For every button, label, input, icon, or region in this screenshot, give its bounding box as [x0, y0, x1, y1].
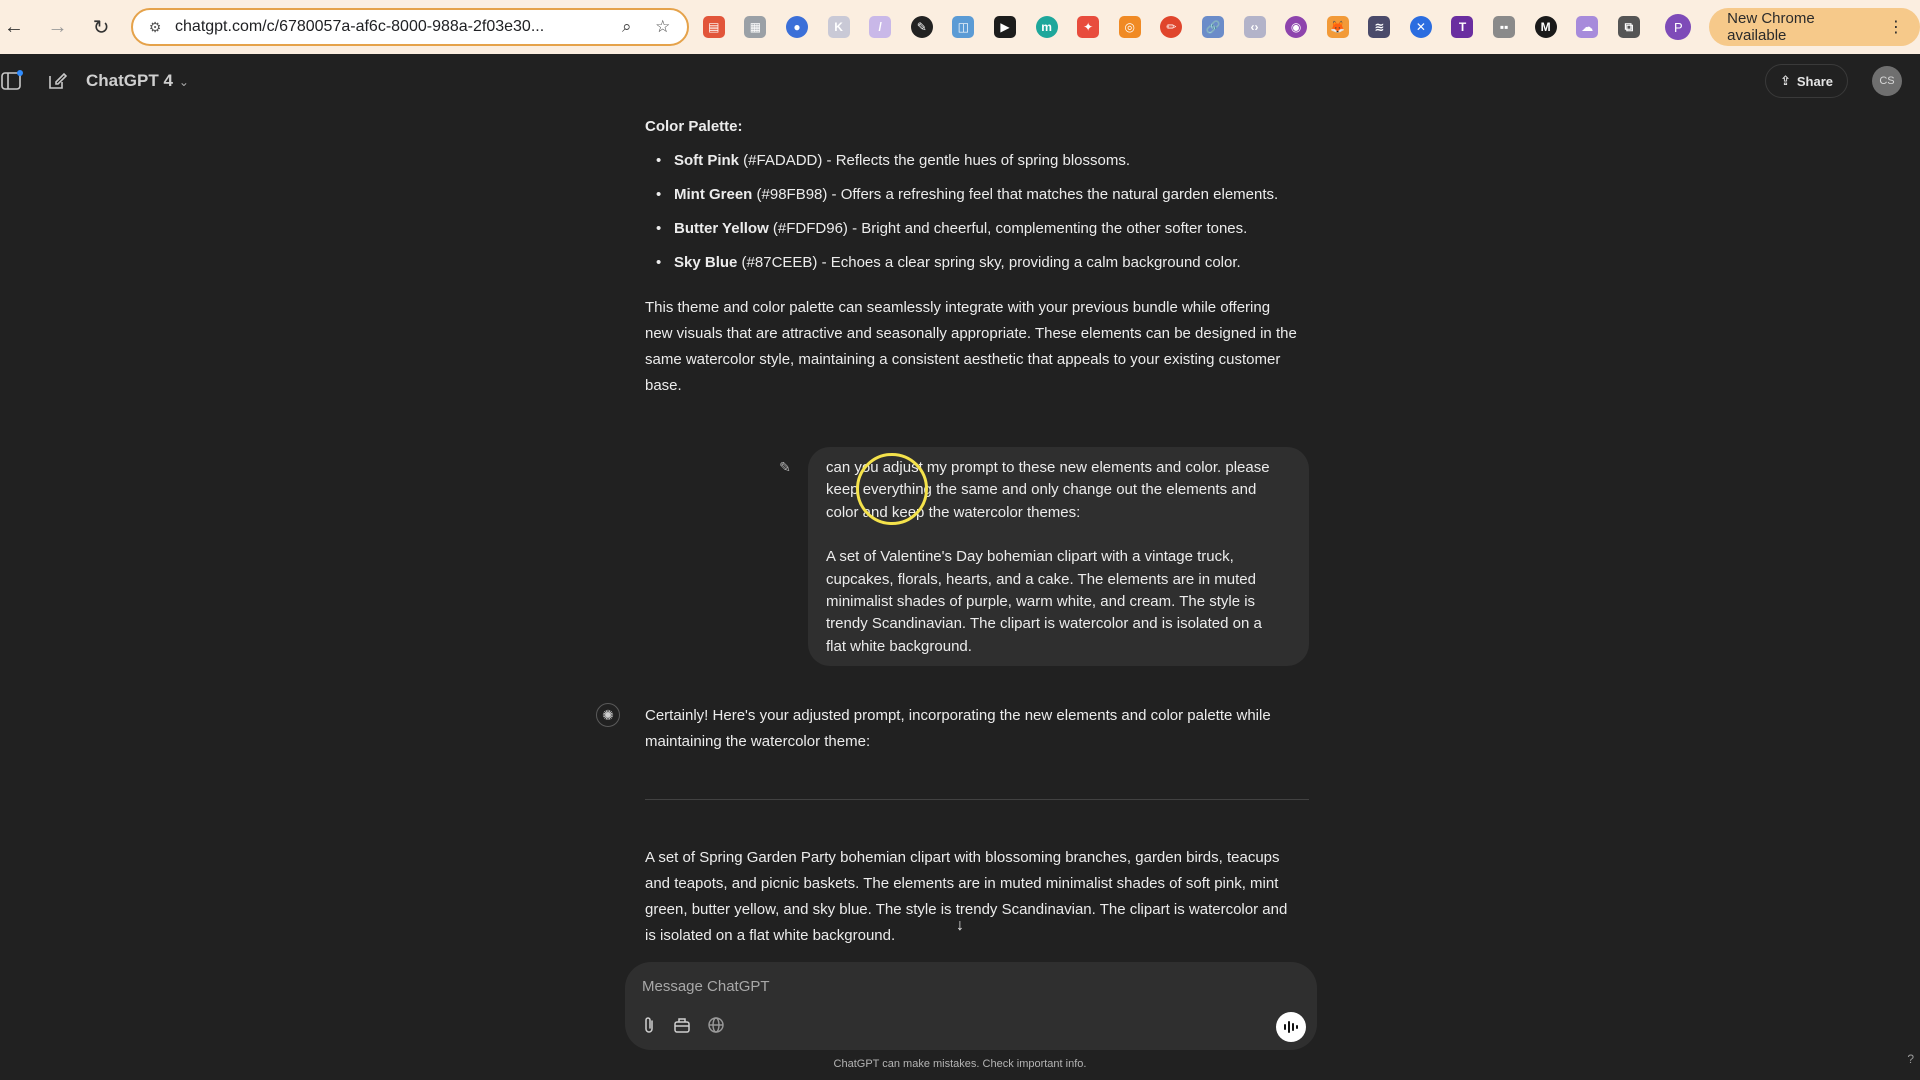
update-chrome-button[interactable]: New Chrome available ⋮ — [1709, 8, 1920, 46]
browser-toolbar: ← → ↻ ⚙ chatgpt.com/c/6780057a-af6c-8000… — [0, 0, 1920, 54]
back-arrow-icon[interactable]: ← — [0, 13, 28, 41]
extension-eyedropper-icon[interactable]: ✎ — [910, 16, 933, 38]
chevron-down-icon: ⌄ — [178, 75, 189, 89]
extension-grid-icon[interactable]: ▪▪ — [1493, 16, 1516, 38]
tools-briefcase-icon[interactable] — [671, 1014, 693, 1036]
edit-message-icon[interactable]: ✎ — [776, 458, 794, 476]
message-composer — [625, 962, 1317, 1050]
palette-color-name: Mint Green — [674, 186, 753, 203]
extension-blue-circle-icon[interactable]: ● — [785, 16, 808, 38]
address-bar[interactable]: ⚙ chatgpt.com/c/6780057a-af6c-8000-988a-… — [131, 8, 689, 46]
extension-blue-x-icon[interactable]: ✕ — [1409, 16, 1432, 38]
reload-icon[interactable]: ↻ — [87, 13, 115, 41]
cursor-highlight — [856, 453, 928, 525]
extension-link-icon[interactable]: 🔗 — [1201, 16, 1224, 38]
share-icon: ⇪ — [1779, 73, 1791, 88]
profile-avatar[interactable]: P — [1665, 14, 1692, 40]
message-input[interactable] — [640, 974, 1260, 998]
palette-color-name: Soft Pink — [674, 152, 740, 169]
palette-color-detail: (#98FB98) - Offers a refreshing feel tha… — [752, 186, 1279, 203]
palette-list: Soft Pink (#FADADD) - Reflects the gentl… — [645, 148, 1278, 284]
extension-t-icon[interactable]: T — [1451, 16, 1474, 38]
palette-color-detail: (#FDFD96) - Bright and cheerful, complem… — [768, 220, 1248, 237]
user-message-line: A set of Valentine's Day bohemian clipar… — [826, 548, 1234, 566]
extension-red-icon[interactable]: ▤ — [702, 16, 725, 38]
share-button[interactable]: ⇪ Share — [1764, 64, 1848, 98]
voice-mode-button[interactable] — [1276, 1012, 1306, 1042]
palette-color-detail: (#87CEEB) - Echoes a clear spring sky, p… — [737, 254, 1241, 271]
palette-color-name: Sky Blue — [674, 254, 738, 271]
summary-line: same watercolor style, maintaining a con… — [645, 351, 1281, 368]
summary-line: base. — [645, 377, 682, 394]
extension-red-pencil-icon[interactable]: ✏ — [1160, 16, 1183, 38]
user-avatar[interactable]: CS — [1872, 66, 1902, 96]
palette-item: Mint Green (#98FB98) - Offers a refreshi… — [656, 182, 1279, 216]
palette-item: Butter Yellow (#FDFD96) - Bright and che… — [656, 216, 1278, 250]
attach-paperclip-icon[interactable] — [638, 1014, 660, 1036]
disclaimer-text: ChatGPT can make mistakes. Check importa… — [833, 1058, 1087, 1070]
bookmark-star-icon[interactable]: ☆ — [651, 15, 675, 39]
chatgpt-logo-icon: ✺ — [596, 703, 620, 727]
assistant-intro: Certainly! Here's your adjusted prompt, … — [645, 703, 1310, 755]
web-search-globe-icon[interactable] — [705, 1014, 727, 1036]
help-button[interactable]: ? — [1907, 1052, 1914, 1066]
update-chrome-label: New Chrome available — [1727, 10, 1815, 44]
forward-arrow-icon[interactable]: → — [44, 13, 72, 41]
user-message-line: flat white background. — [826, 637, 972, 655]
user-message-line: trendy Scandinavian. The clipart is wate… — [826, 615, 1262, 633]
extension-multicolor-icon[interactable]: ✦ — [1077, 16, 1100, 38]
kebab-menu-icon[interactable]: ⋮ — [1888, 17, 1904, 37]
summary-line: This theme and color palette can seamles… — [645, 299, 1271, 316]
extension-layers-icon[interactable]: ≋ — [1368, 16, 1391, 38]
user-message-line: cupcakes, florals, hearts, and a cake. T… — [826, 570, 1256, 588]
extensions-puzzle-icon[interactable]: ⧉ — [1617, 16, 1640, 38]
user-message-line: minimalist shades of purple, warm white,… — [826, 593, 1256, 611]
extension-code-icon[interactable]: ‹› — [1243, 16, 1266, 38]
palette-item: Sky Blue (#87CEEB) - Echoes a clear spri… — [656, 250, 1278, 284]
sidebar-toggle-icon[interactable] — [0, 70, 23, 92]
share-label: Share — [1796, 73, 1833, 89]
assistant-message-previous: Color Palette: Soft Pink (#FADADD) - Ref… — [645, 108, 1310, 408]
scroll-down-arrow-icon[interactable]: ↓ — [950, 916, 970, 936]
extension-gray-doc-icon[interactable]: ▦ — [744, 16, 767, 38]
extension-play-icon[interactable]: ▶ — [993, 16, 1016, 38]
summary-line: new visuals that are attractive and seas… — [645, 325, 1297, 342]
new-chat-icon[interactable] — [46, 70, 68, 92]
extension-teal-circle-icon[interactable]: m — [1035, 16, 1058, 38]
extension-fox-icon[interactable]: 🦊 — [1326, 16, 1349, 38]
assistant-prompt-line: A set of Spring Garden Party bohemian cl… — [645, 849, 1280, 866]
assistant-prompt-line: green, butter yellow, and sky blue. The … — [645, 901, 1288, 918]
url-text[interactable]: chatgpt.com/c/6780057a-af6c-8000-988a-2f… — [175, 18, 603, 36]
assistant-prompt-line: is isolated on a flat white background. — [645, 927, 896, 944]
user-message-original-prompt: A set of Valentine's Day bohemian clipar… — [826, 546, 1291, 658]
palette-item: Soft Pink (#FADADD) - Reflects the gentl… — [656, 148, 1278, 182]
assistant-intro-line: Certainly! Here's your adjusted prompt, … — [645, 707, 1271, 724]
extension-eye-icon[interactable]: ◉ — [1285, 16, 1308, 38]
extension-cloud-icon[interactable]: ☁ — [1576, 16, 1599, 38]
assistant-adjusted-prompt: A set of Spring Garden Party bohemian cl… — [645, 845, 1310, 949]
assistant-prompt-line: and teapots, and picnic baskets. The ele… — [645, 875, 1279, 892]
site-settings-icon[interactable]: ⚙ — [145, 17, 165, 37]
extensions-row: ▤ ▦ ● K / ✎ ◫ ▶ m ✦ ◎ ✏ 🔗 ‹› ◉ 🦊 ≋ ✕ T ▪▪ M ☁ ⧉ — [702, 16, 1660, 38]
model-selector[interactable]: ChatGPT 4 ⌄ — [86, 71, 189, 91]
extension-blue-square-icon[interactable]: ◫ — [952, 16, 975, 38]
divider — [645, 799, 1309, 800]
app-header: ChatGPT 4 ⌄ ⇪ Share CS — [0, 54, 1920, 108]
zoom-icon[interactable]: ⌕ — [615, 15, 639, 39]
extension-k-icon[interactable]: K — [827, 16, 850, 38]
model-title: ChatGPT 4 — [86, 71, 173, 90]
extension-m-icon[interactable]: M — [1534, 16, 1557, 38]
notification-dot — [17, 70, 23, 76]
assistant-intro-line: maintaining the watercolor theme: — [645, 733, 871, 750]
palette-color-name: Butter Yellow — [674, 220, 769, 237]
extension-pen-icon[interactable]: / — [869, 16, 892, 38]
palette-heading: Color Palette: — [645, 118, 743, 135]
palette-summary: This theme and color palette can seamles… — [645, 295, 1310, 399]
extension-orange-ring-icon[interactable]: ◎ — [1118, 16, 1141, 38]
palette-color-detail: (#FADADD) - Reflects the gentle hues of … — [739, 152, 1131, 169]
